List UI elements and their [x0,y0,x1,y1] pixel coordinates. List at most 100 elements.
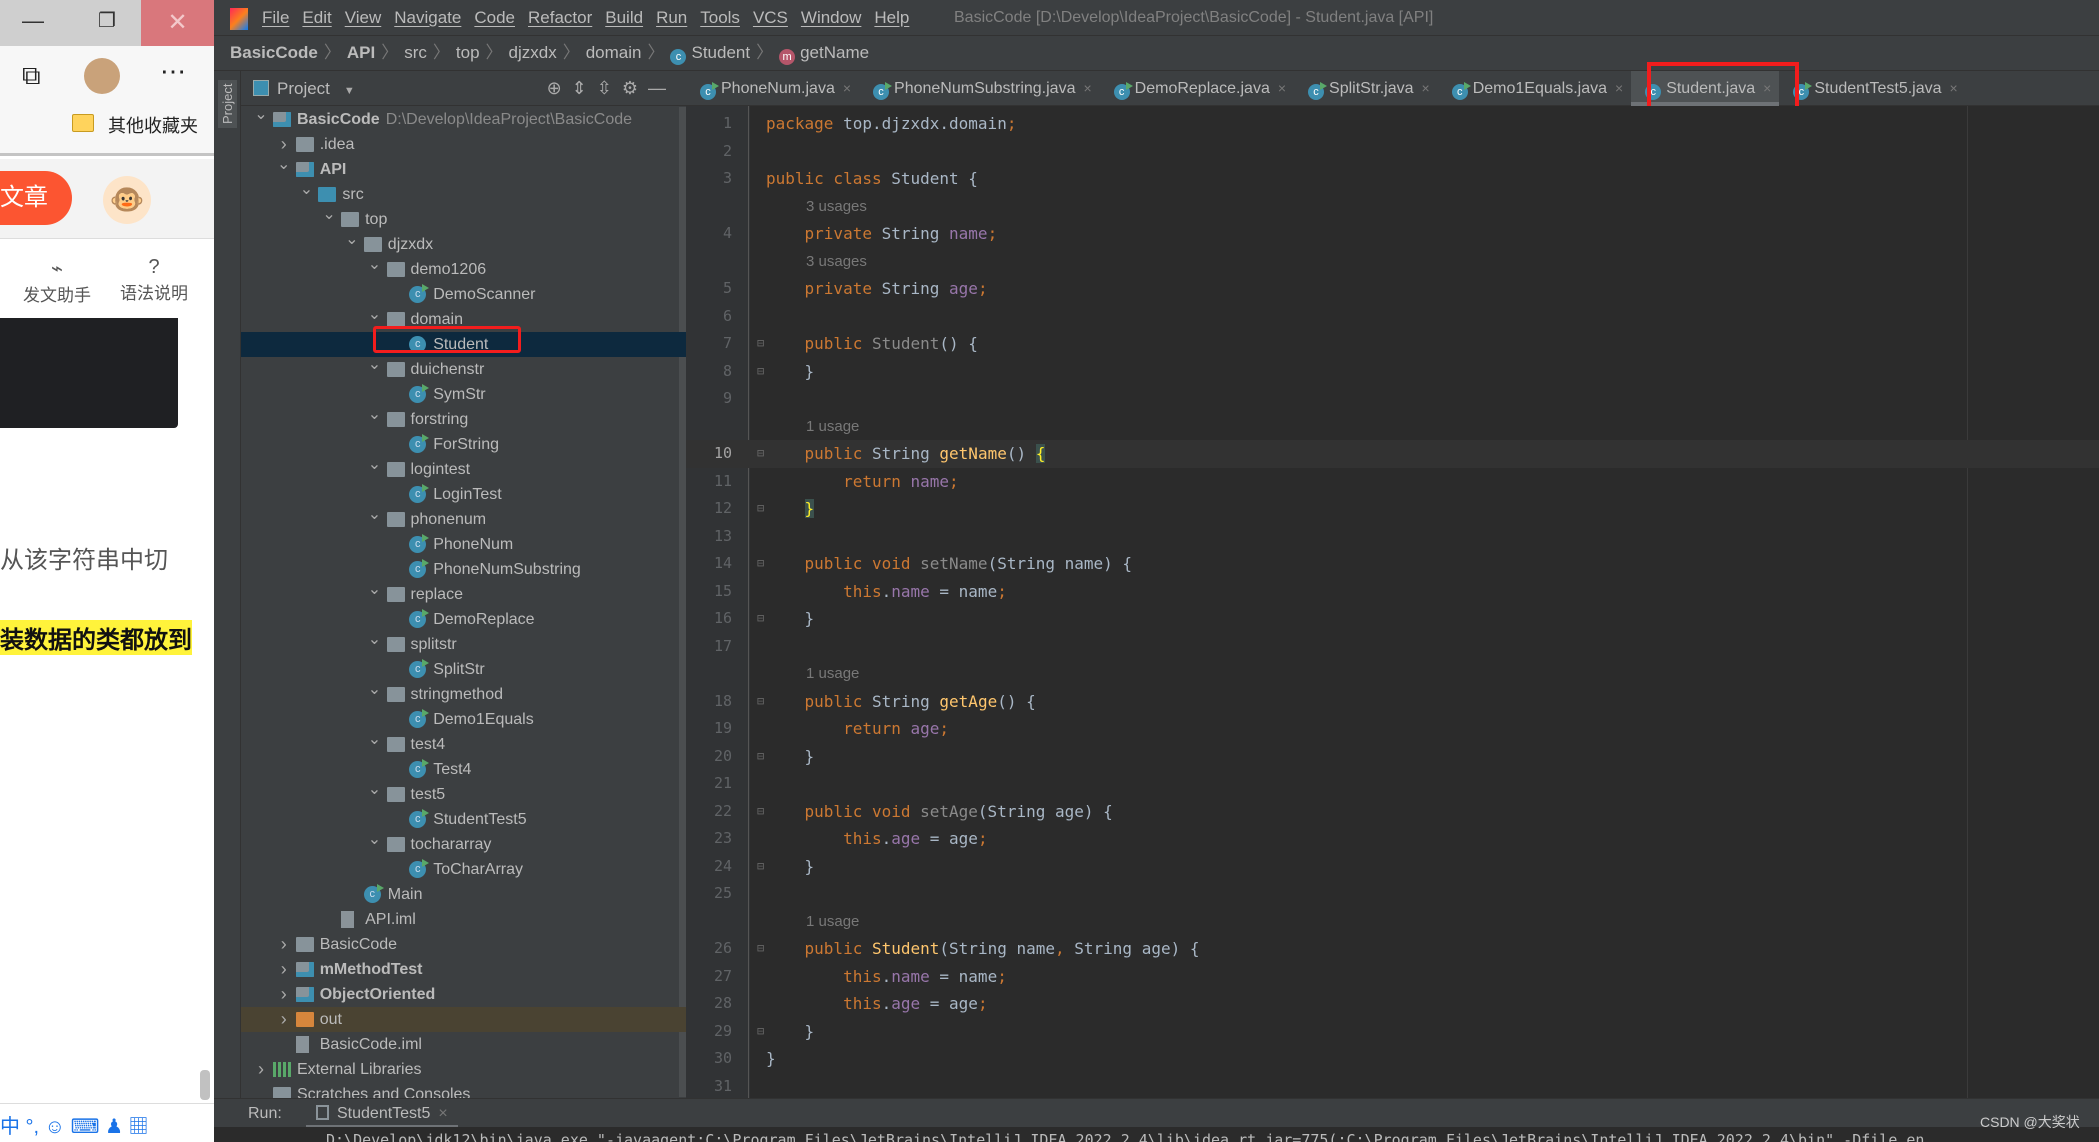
avatar[interactable] [84,58,120,94]
tree-item[interactable]: c LoginTest [241,482,686,507]
tree-item[interactable]: c StudentTest5 [241,807,686,832]
chevron-right-icon[interactable]: › [277,982,291,1007]
close-button[interactable]: ✕ [141,0,214,46]
chevron-down-icon[interactable]: ⌄ [368,577,382,602]
fold-close-icon[interactable]: ⊟ [757,605,764,633]
chevron-down-icon[interactable]: ⌄ [368,727,382,752]
minimize-button[interactable]: — [22,8,44,34]
run-tab[interactable]: StudentTest5 × [306,1099,458,1128]
breadcrumb-item[interactable]: getName [800,43,869,62]
menu-refactor[interactable]: Refactor [528,8,592,27]
tree-item[interactable]: ⌄ djzxdx [241,231,686,257]
close-icon[interactable]: × [1422,80,1430,96]
breadcrumb-item[interactable]: API [347,43,375,62]
usage-hint-text[interactable]: 1 usage [806,660,859,688]
menu-edit[interactable]: Edit [302,8,331,27]
user-avatar[interactable]: 🐵 [103,176,151,224]
chevron-right-icon[interactable]: › [254,1057,268,1082]
menu-window[interactable]: Window [801,8,861,27]
tab-demoreplace[interactable]: c DemoReplace.java × [1100,71,1294,106]
breadcrumb-item[interactable]: djzxdx [509,43,557,62]
tab-studenttest5[interactable]: c StudentTest5.java × [1779,71,1965,106]
tree-item[interactable]: › External Libraries [241,1057,686,1082]
ime-toolbar[interactable]: 中 °, ☺ ⌨ ♟ ▦ [0,1103,214,1142]
chevron-right-icon[interactable]: › [277,932,291,957]
tab-demo1equals[interactable]: c Demo1Equals.java × [1438,71,1631,106]
chevron-down-icon[interactable]: ⌄ [368,402,382,427]
tree-item[interactable]: c SymStr [241,382,686,407]
tree-item[interactable]: API.iml [241,907,686,932]
tree-item[interactable]: c DemoReplace [241,607,686,632]
hide-icon[interactable]: — [648,78,676,98]
tree-item[interactable]: ⌄ test5 [241,781,686,807]
menu-vcs[interactable]: VCS [753,8,788,27]
tree-item[interactable]: › out [241,1007,686,1032]
tree-item[interactable]: BasicCode.iml [241,1032,686,1057]
breadcrumb-item[interactable]: BasicCode [230,43,318,62]
code-editor[interactable]: 1 package top.djzxdx.domain; 2 3 public clas… [686,106,2099,1098]
tree-item[interactable]: ⌄ splitstr [241,631,686,657]
menu-file[interactable]: File [262,8,289,27]
usage-hint-text[interactable]: 1 usage [806,413,859,441]
close-icon[interactable]: × [1083,80,1091,96]
tree-item[interactable]: ⌄ tochararray [241,831,686,857]
breadcrumb-item[interactable]: Student [691,43,750,62]
fold-close-icon[interactable]: ⊟ [757,1018,764,1046]
syntax-help-button[interactable]: ? 语法说明 [114,256,194,304]
chevron-down-icon[interactable]: ⌄ [277,152,291,177]
tree-item[interactable]: c PhoneNum [241,532,686,557]
chevron-right-icon[interactable]: › [277,1007,291,1032]
fold-open-icon[interactable]: ⊟ [757,798,764,826]
tree-item[interactable]: ⌄ demo1206 [241,256,686,282]
tree-item[interactable]: c DemoScanner [241,282,686,307]
chevron-down-icon[interactable]: ⌄ [299,177,313,202]
tree-item[interactable]: › .idea [241,132,686,157]
tree-item[interactable]: ⌄ phonenum [241,506,686,532]
fold-open-icon[interactable]: ⊟ [757,330,764,358]
chevron-down-icon[interactable]: ⌄ [368,302,382,327]
locate-icon[interactable]: ⊕ [547,78,572,98]
tree-item[interactable]: c PhoneNumSubstring [241,557,686,582]
close-icon[interactable]: × [438,1105,447,1122]
tree-item[interactable]: › mMethodTest [241,957,686,982]
menu-navigate[interactable]: Navigate [394,8,461,27]
usage-hint-text[interactable]: 3 usages [806,248,867,276]
fold-open-icon[interactable]: ⊟ [757,440,764,468]
tree-item[interactable]: Scratches and Consoles [241,1082,686,1098]
menu-run[interactable]: Run [656,8,687,27]
project-view-selector[interactable]: Project [277,79,330,98]
chevron-down-icon[interactable]: ⌄ [345,227,359,252]
tree-item[interactable]: c SplitStr [241,657,686,682]
fold-close-icon[interactable]: ⊟ [757,743,764,771]
chevron-down-icon[interactable]: ⌄ [322,202,336,227]
writing-assistant-button[interactable]: ⌁ 发文助手 [17,256,97,306]
breadcrumb-item[interactable]: domain [586,43,642,62]
tree-item[interactable]: ⌄ test4 [241,731,686,757]
tree-item[interactable]: ⌄ src [241,181,686,207]
breadcrumb-item[interactable]: top [456,43,480,62]
tab-splitstr[interactable]: c SplitStr.java × [1294,71,1438,106]
tree-item[interactable]: ⌄ top [241,206,686,232]
tree-item[interactable]: c Main [241,882,686,907]
menu-code[interactable]: Code [474,8,515,27]
breadcrumb-item[interactable]: src [404,43,427,62]
collapse-all-icon[interactable]: ⇳ [597,78,622,98]
fold-open-icon[interactable]: ⊟ [757,550,764,578]
menu-help[interactable]: Help [874,8,909,27]
chevron-down-icon[interactable]: ⌄ [368,777,382,802]
chevron-down-icon[interactable]: ⌄ [368,627,382,652]
tree-item[interactable]: ⌄ replace [241,581,686,607]
close-icon[interactable]: × [1615,80,1623,96]
chevron-down-icon[interactable]: ⌄ [368,252,382,277]
menu-tools[interactable]: Tools [700,8,740,27]
gear-icon[interactable]: ⚙ [622,78,648,98]
fold-open-icon[interactable]: ⊟ [757,688,764,716]
tree-item[interactable]: c Test4 [241,757,686,782]
usage-hint-text[interactable]: 1 usage [806,908,859,936]
tree-item[interactable]: ⌄ forstring [241,406,686,432]
tree-item[interactable]: ⌄ stringmethod [241,681,686,707]
chevron-down-icon[interactable]: ⌄ [368,352,382,377]
scrollbar[interactable] [200,1070,210,1100]
tree-item[interactable]: c Demo1Equals [241,707,686,732]
tree-item[interactable]: › ObjectOriented [241,982,686,1007]
